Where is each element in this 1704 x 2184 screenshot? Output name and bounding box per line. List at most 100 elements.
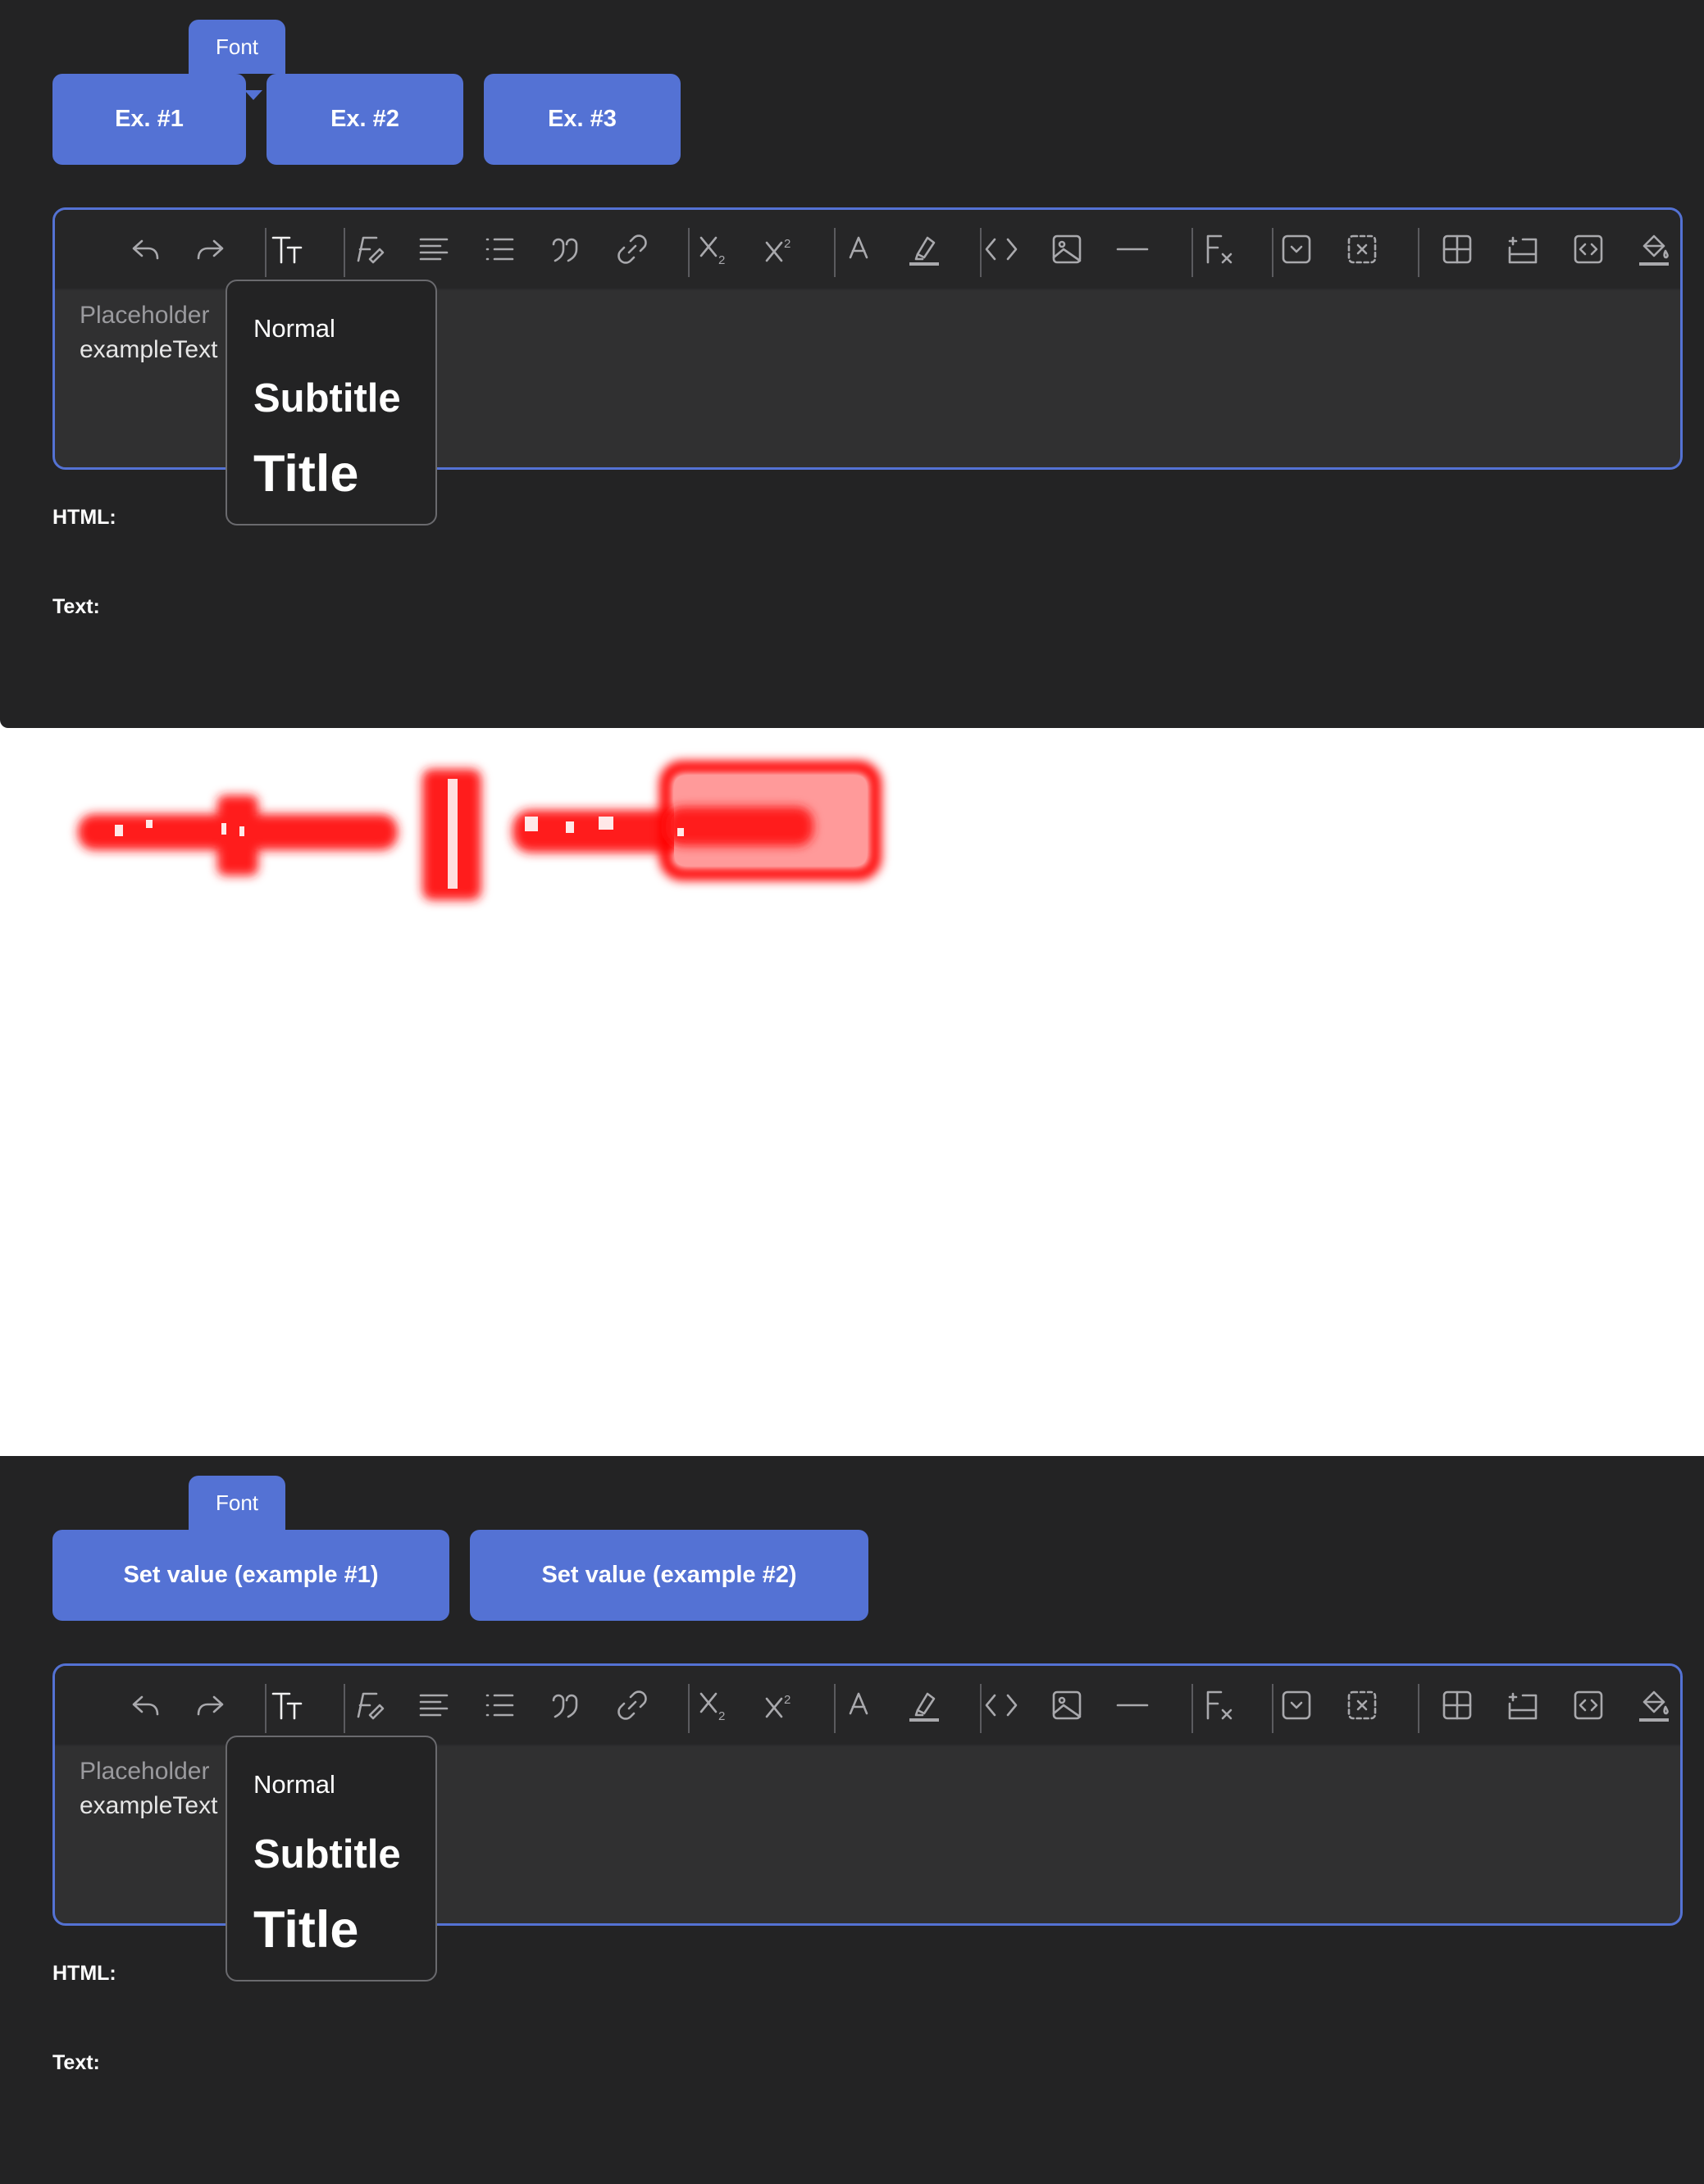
toolbar-separator xyxy=(265,228,267,277)
toolbar-separator xyxy=(834,228,836,277)
editor-placeholder: Placeholder xyxy=(80,302,210,329)
code-icon[interactable] xyxy=(982,230,1021,269)
font-size-icon[interactable] xyxy=(268,1686,308,1725)
font-size-menu: Normal Subtitle Title xyxy=(226,280,437,526)
set-value-example-2-button[interactable]: Set value (example #2) xyxy=(470,1530,868,1621)
font-option-subtitle[interactable]: Subtitle xyxy=(253,1831,401,1877)
list-icon[interactable] xyxy=(480,1686,519,1725)
toolbar-separator xyxy=(344,1684,345,1733)
font-size-icon[interactable] xyxy=(268,230,308,269)
insert-row-icon[interactable] xyxy=(1503,230,1542,269)
toolbar-separator xyxy=(265,1684,267,1733)
font-option-normal[interactable]: Normal xyxy=(253,314,335,344)
fill-color-icon[interactable] xyxy=(1634,1686,1674,1725)
editor-content[interactable]: Placeholder exampleText xyxy=(80,298,217,367)
code-icon[interactable] xyxy=(982,1686,1021,1725)
embed-icon[interactable] xyxy=(1569,1686,1608,1725)
remove-field-icon[interactable] xyxy=(1342,230,1382,269)
toolbar-separator xyxy=(344,228,345,277)
editor-toolbar: 22 xyxy=(55,210,1680,290)
toolbar-separator xyxy=(1418,228,1419,277)
toolbar-separator xyxy=(1191,228,1193,277)
formula-icon[interactable] xyxy=(1198,1686,1237,1725)
example-3-button[interactable]: Ex. #3 xyxy=(484,74,681,165)
speckle xyxy=(599,817,613,830)
insert-row-icon[interactable] xyxy=(1503,1686,1542,1725)
toolbar-separator xyxy=(688,1684,690,1733)
superscript-icon[interactable]: 2 xyxy=(760,1686,800,1725)
toolbar-separator xyxy=(688,228,690,277)
editor-content[interactable]: Placeholder exampleText xyxy=(80,1754,217,1823)
speckle xyxy=(525,817,538,831)
quote-icon[interactable] xyxy=(545,1686,585,1725)
font-color-icon[interactable] xyxy=(839,1686,878,1725)
editor-value[interactable]: exampleText xyxy=(80,333,217,367)
highlight-icon[interactable] xyxy=(904,1686,944,1725)
superscript-icon[interactable]: 2 xyxy=(760,230,800,269)
quote-icon[interactable] xyxy=(545,230,585,269)
set-value-example-1-button[interactable]: Set value (example #1) xyxy=(52,1530,449,1621)
toolbar-separator xyxy=(1272,1684,1273,1733)
editor-demo-panel-1: Font Ex. #1 Ex. #2 Ex. #3 22 Placeholder… xyxy=(0,0,1704,728)
font-option-title[interactable]: Title xyxy=(253,1900,358,1959)
redo-icon[interactable] xyxy=(191,230,230,269)
example-2-button[interactable]: Ex. #2 xyxy=(267,74,463,165)
editor-value[interactable]: exampleText xyxy=(80,1789,217,1823)
remove-field-icon[interactable] xyxy=(1342,1686,1382,1725)
dropdown-field-icon[interactable] xyxy=(1277,230,1316,269)
svg-text:2: 2 xyxy=(784,237,790,251)
tooltip-tail xyxy=(244,90,262,100)
toolbar-separator xyxy=(1191,1684,1193,1733)
embed-icon[interactable] xyxy=(1569,230,1608,269)
html-output-label: HTML: xyxy=(52,1962,116,1985)
subscript-icon[interactable]: 2 xyxy=(695,230,734,269)
formula-icon[interactable] xyxy=(1198,230,1237,269)
highlight-mark xyxy=(513,810,685,853)
link-icon[interactable] xyxy=(613,230,652,269)
align-icon[interactable] xyxy=(414,230,453,269)
undo-icon[interactable] xyxy=(125,1686,165,1725)
toolbar-separator xyxy=(1272,228,1273,277)
table-icon[interactable] xyxy=(1437,230,1477,269)
toolbar-separator xyxy=(834,1684,836,1733)
clear-format-icon[interactable] xyxy=(349,1686,388,1725)
highlight-icon[interactable] xyxy=(904,230,944,269)
fill-color-icon[interactable] xyxy=(1634,230,1674,269)
font-option-normal[interactable]: Normal xyxy=(253,1770,335,1800)
font-color-icon[interactable] xyxy=(839,230,878,269)
svg-text:2: 2 xyxy=(784,1693,790,1707)
horizontal-rule-icon[interactable] xyxy=(1113,230,1152,269)
subscript-icon[interactable]: 2 xyxy=(695,1686,734,1725)
font-option-subtitle[interactable]: Subtitle xyxy=(253,375,401,421)
highlight-mark xyxy=(217,795,258,876)
highlight-marks xyxy=(78,769,685,900)
table-icon[interactable] xyxy=(1437,1686,1477,1725)
image-icon[interactable] xyxy=(1047,1686,1087,1725)
example-1-button[interactable]: Ex. #1 xyxy=(52,74,246,165)
toolbar-separator xyxy=(980,228,982,277)
font-option-title[interactable]: Title xyxy=(253,444,358,503)
html-output-label: HTML: xyxy=(52,506,116,529)
editor-demo-panel-2: Font Set value (example #1) Set value (e… xyxy=(0,1456,1704,2184)
speckle xyxy=(566,821,574,833)
redo-icon[interactable] xyxy=(191,1686,230,1725)
svg-text:2: 2 xyxy=(718,253,725,267)
horizontal-rule-icon[interactable] xyxy=(1113,1686,1152,1725)
toolbar-separator xyxy=(1418,1684,1419,1733)
toolbar-separator xyxy=(980,1684,982,1733)
image-icon[interactable] xyxy=(1047,230,1087,269)
font-size-menu: Normal Subtitle Title xyxy=(226,1736,437,1982)
list-icon[interactable] xyxy=(480,230,519,269)
undo-icon[interactable] xyxy=(125,230,165,269)
text-output-label: Text: xyxy=(52,595,100,618)
link-icon[interactable] xyxy=(613,1686,652,1725)
highlight-mark xyxy=(666,807,813,846)
text-output-label: Text: xyxy=(52,2051,100,2074)
speckle xyxy=(221,823,226,835)
speckle xyxy=(239,826,244,836)
dropdown-field-icon[interactable] xyxy=(1277,1686,1316,1725)
editor-placeholder: Placeholder xyxy=(80,1758,210,1785)
align-icon[interactable] xyxy=(414,1686,453,1725)
clear-format-icon[interactable] xyxy=(349,230,388,269)
speckle xyxy=(115,825,123,836)
